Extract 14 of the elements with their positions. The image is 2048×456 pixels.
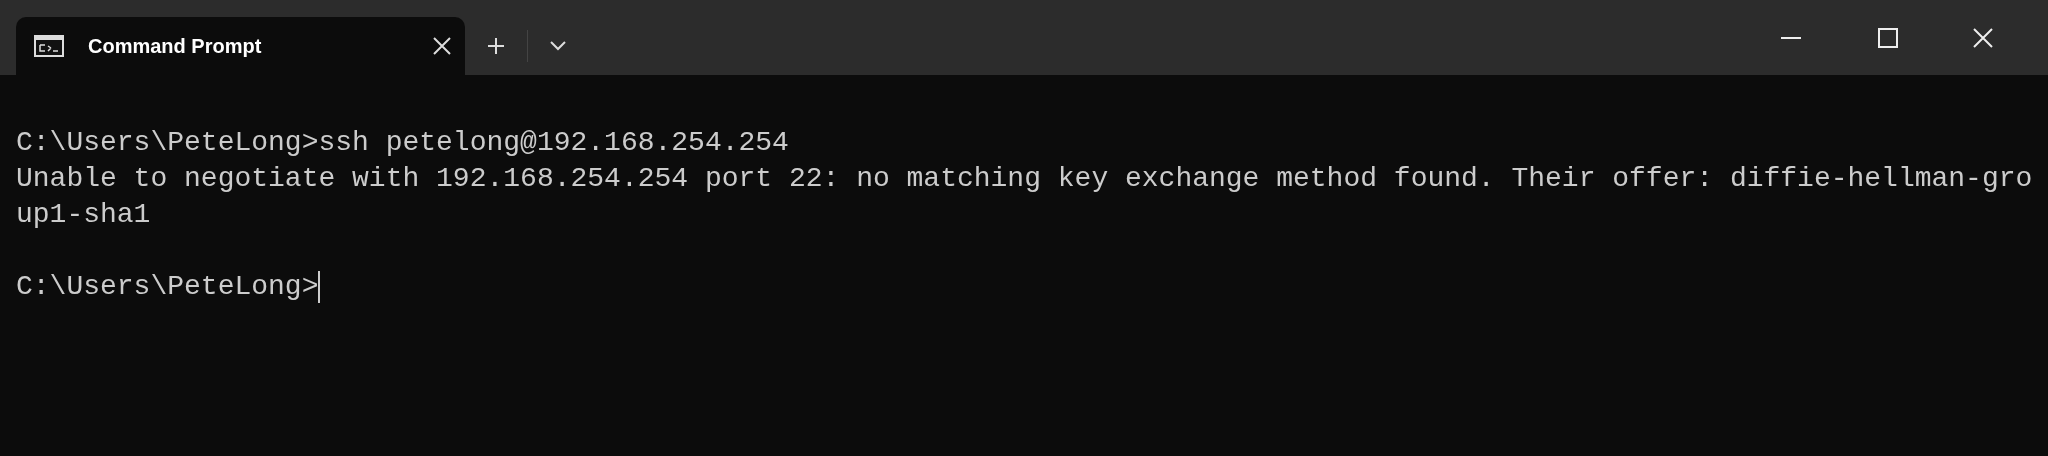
chevron-down-icon[interactable] — [550, 41, 566, 51]
terminal-line: up1-sha1 — [16, 198, 151, 232]
tab-title: Command Prompt — [88, 34, 262, 59]
maximize-icon[interactable] — [1878, 27, 1898, 48]
close-icon[interactable] — [433, 37, 451, 55]
text-cursor — [318, 271, 321, 303]
minimize-icon[interactable] — [1780, 36, 1801, 39]
tab[interactable]: Command Prompt — [16, 17, 465, 75]
terminal-line: C:\Users\PeteLong> — [16, 270, 319, 304]
close-icon[interactable] — [1973, 27, 1993, 48]
new-tab-icon[interactable] — [487, 37, 505, 55]
terminal-icon — [34, 35, 64, 57]
terminal-line: C:\Users\PeteLong>ssh petelong@192.168.254.254 — [16, 126, 789, 160]
terminal-line: Unable to negotiate with 192.168.254.254 port 22: no matching key exchange method found. Their offer: diffie-hellman-gro — [16, 162, 2033, 196]
